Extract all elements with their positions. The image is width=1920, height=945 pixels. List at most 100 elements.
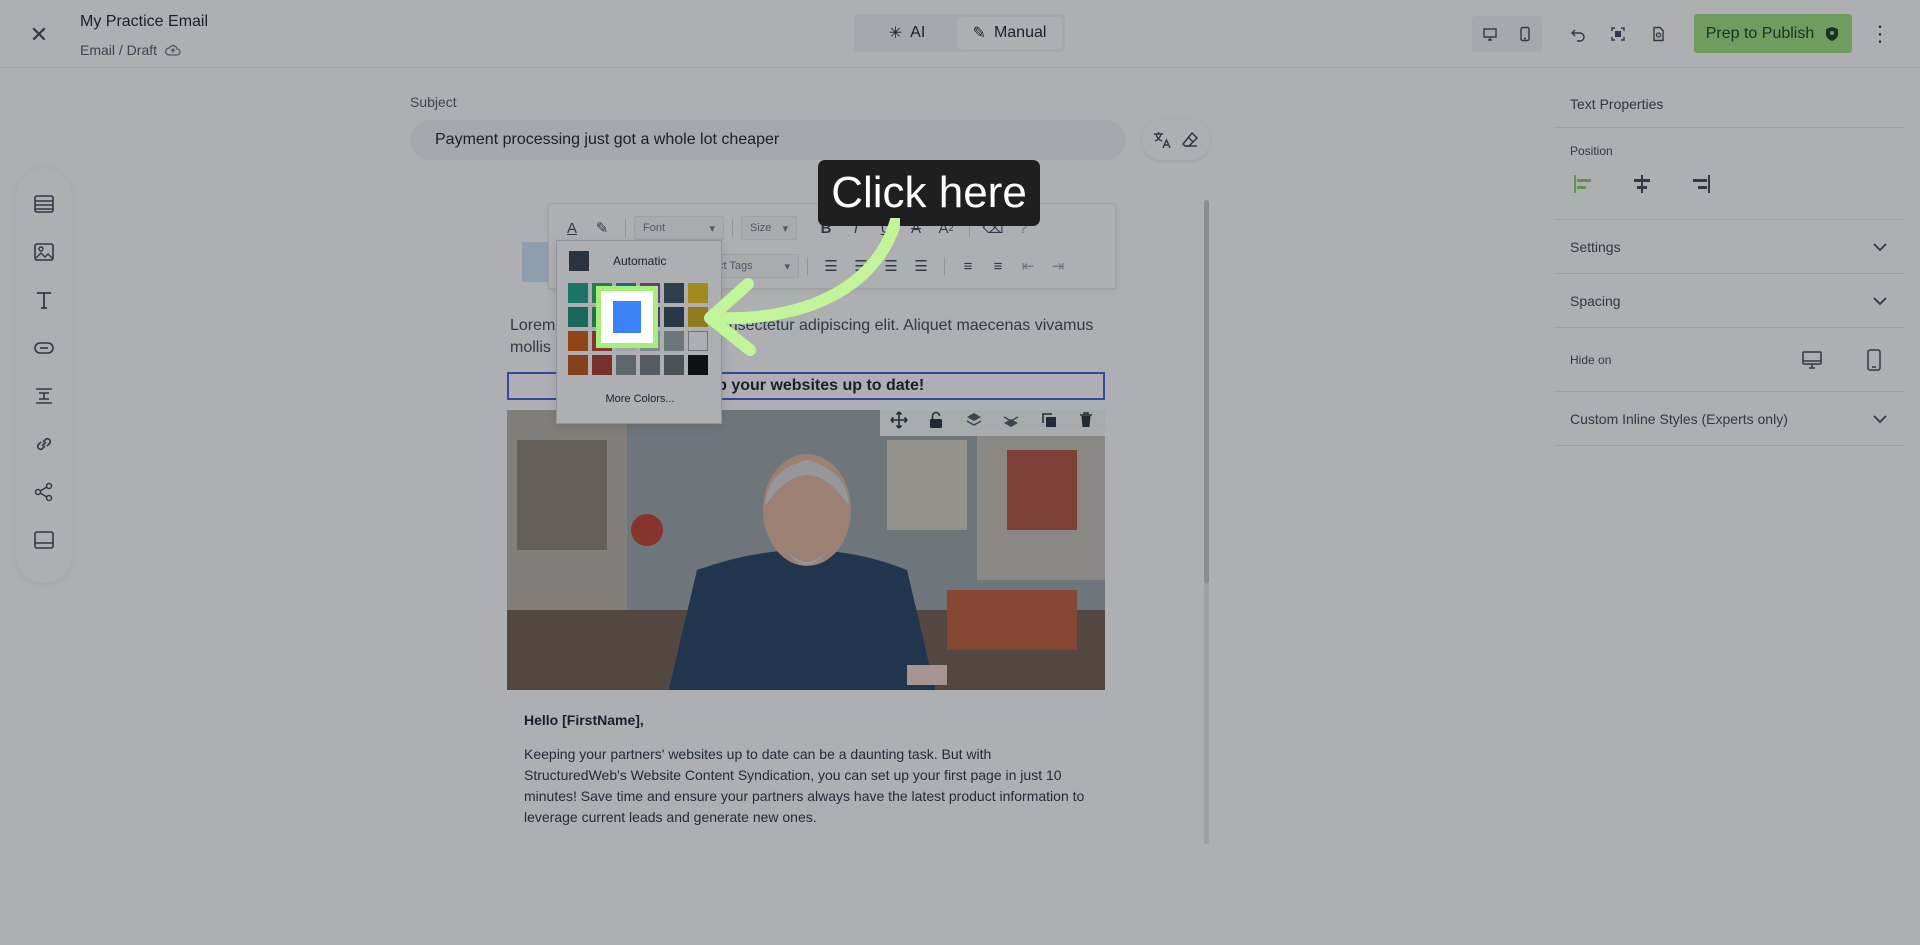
position-align-row [1570,170,1714,198]
highlight-icon[interactable]: ✎ [587,213,617,243]
image-toolbar [880,404,1105,436]
more-colors-link[interactable]: More Colors... [557,393,723,405]
desktop-icon[interactable] [1476,20,1504,48]
color-swatch[interactable] [568,331,588,351]
color-swatch[interactable] [664,307,684,327]
position-center-icon[interactable] [1628,170,1656,198]
canvas-scrollbar[interactable] [1204,200,1209,584]
layer-up-icon[interactable] [960,406,988,434]
document-path-label: Email / Draft [80,42,158,58]
pointer-arrow-icon [704,218,900,356]
heading-text: Keep your websites up to date! [687,377,925,394]
text-color-icon[interactable]: A [557,213,587,243]
mobile-icon[interactable] [1511,20,1539,48]
trash-icon[interactable] [1072,406,1100,434]
align-justify-icon[interactable]: ☰ [906,251,936,281]
highlighted-swatch-fill [613,301,641,333]
custom-styles-label: Custom Inline Styles (Experts only) [1570,410,1788,427]
document-path: Email / Draft [80,42,181,58]
bullet-list-icon[interactable]: ≡ [953,251,983,281]
chevron-down-icon [1872,239,1888,255]
undo-icon[interactable] [1564,20,1592,48]
body-paragraph[interactable]: Keeping your partners' websites up to da… [524,744,1094,828]
focus-frame-icon[interactable] [1604,20,1632,48]
sparkle-icon: ✳ [888,25,903,42]
panel-title: Text Properties [1554,80,1904,128]
mode-ai-button[interactable]: ✳ AI [857,17,957,49]
color-swatch[interactable] [664,331,684,351]
chevron-down-icon [1872,411,1888,427]
mode-toggle: ✳ AI ✎ Manual [854,14,1065,52]
color-swatch[interactable] [568,283,588,303]
subject-tools [1142,120,1210,160]
footer-block-icon[interactable] [30,526,58,554]
mode-ai-label: AI [910,24,926,41]
toolbar-separator [944,257,945,275]
left-tool-sidebar [16,168,72,583]
hide-desktop-icon[interactable] [1798,346,1826,374]
automatic-color-option[interactable]: Automatic [569,251,666,271]
font-select-label: Font [643,222,666,234]
document-title: My Practice Email [80,13,209,30]
color-swatch[interactable] [664,355,684,375]
text-properties-panel: Text Properties Position Settings Spacin… [1554,80,1904,912]
link-icon[interactable] [30,430,58,458]
indent-icon[interactable]: ⇥ [1043,251,1073,281]
color-swatch[interactable] [664,283,684,303]
position-left-icon[interactable] [1570,170,1598,198]
spacing-section[interactable]: Spacing [1554,274,1904,328]
close-icon[interactable]: ✕ [26,22,52,48]
position-right-icon[interactable] [1686,170,1714,198]
duplicate-icon[interactable] [1035,406,1063,434]
preview-icon[interactable] [1644,20,1672,48]
color-swatch[interactable] [616,355,636,375]
prep-to-publish-button[interactable]: Prep to Publish [1694,14,1852,53]
share-icon[interactable] [30,478,58,506]
hide-on-label: Hide on [1570,352,1612,367]
unlock-icon[interactable] [922,406,950,434]
move-icon[interactable] [885,406,913,434]
position-section: Position [1554,128,1904,220]
rocket-shield-icon [1826,26,1839,41]
hide-on-devices [1798,346,1888,374]
color-swatch[interactable] [568,355,588,375]
chevron-down-icon [1872,293,1888,309]
numbered-list-icon[interactable]: ≡ [983,251,1013,281]
greeting-text[interactable]: Hello [FirstName], [524,712,644,728]
button-block-icon[interactable] [30,334,58,362]
hide-on-section: Hide on [1554,328,1904,392]
spacing-label: Spacing [1570,292,1621,309]
color-swatch[interactable] [568,307,588,327]
eraser-icon[interactable] [1176,126,1204,154]
settings-section[interactable]: Settings [1554,220,1904,274]
toolbar-separator [625,219,626,237]
top-actions [1564,20,1672,48]
position-label: Position [1570,144,1613,158]
more-options-icon[interactable]: ⋮ [1866,20,1894,48]
color-swatch[interactable] [592,355,612,375]
hero-image[interactable] [507,410,1105,690]
layout-blocks-icon[interactable] [30,190,58,218]
cloud-icon [165,44,181,56]
outdent-icon[interactable]: ⇤ [1013,251,1043,281]
subject-input[interactable] [410,120,1126,160]
custom-inline-styles-section[interactable]: Custom Inline Styles (Experts only) [1554,392,1904,446]
layer-down-icon[interactable] [997,406,1025,434]
highlighted-color-swatch[interactable] [596,286,658,348]
color-swatch[interactable] [640,355,660,375]
hide-mobile-icon[interactable] [1860,346,1888,374]
device-toggle [1472,16,1542,52]
top-bar: ✕ My Practice Email Email / Draft ✳ AI ✎… [0,0,1920,68]
mode-manual-button[interactable]: ✎ Manual [957,17,1062,49]
mode-manual-label: Manual [993,24,1047,41]
click-here-callout: Click here [818,160,1040,226]
canvas-scroll-track [1204,584,1209,844]
image-icon[interactable] [30,238,58,266]
translate-icon[interactable] [1148,126,1176,154]
automatic-color-swatch [569,251,589,271]
subject-label: Subject [410,94,457,110]
publish-label: Prep to Publish [1705,24,1815,42]
automatic-color-label: Automatic [613,254,667,268]
text-icon[interactable] [30,286,58,314]
divider-spacer-icon[interactable] [30,382,58,410]
